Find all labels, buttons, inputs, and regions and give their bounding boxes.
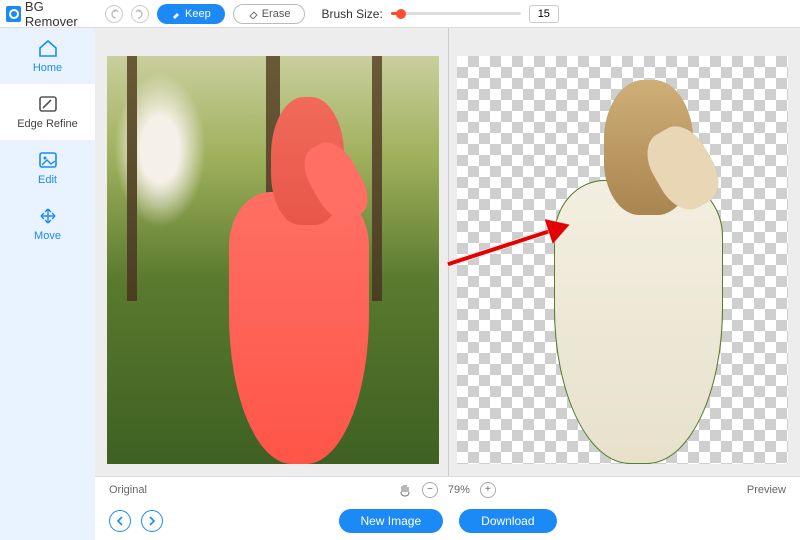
home-icon	[37, 38, 59, 58]
original-label: Original	[109, 484, 147, 496]
brush-icon	[171, 9, 181, 19]
panel-divider	[448, 28, 449, 476]
download-button[interactable]: Download	[459, 509, 556, 533]
main-area: Keep Erase Brush Size: 15	[95, 0, 800, 540]
brush-size-label: Brush Size:	[321, 7, 382, 21]
bottom-bar: New Image Download	[95, 502, 800, 540]
pan-icon[interactable]	[398, 483, 412, 497]
sidebar-item-edit[interactable]: Edit	[0, 140, 95, 196]
zoom-out-button[interactable]: −	[422, 482, 438, 498]
edge-refine-icon	[37, 94, 59, 114]
sidebar-item-label: Edit	[38, 174, 57, 186]
new-image-button[interactable]: New Image	[338, 509, 443, 533]
preview-label: Preview	[747, 484, 786, 496]
original-panel[interactable]	[107, 56, 439, 464]
status-bar: Original − 79% + Preview	[95, 476, 800, 502]
canvas-area	[95, 28, 800, 476]
chevron-left-icon	[116, 516, 124, 526]
app-logo: BG Remover	[0, 0, 95, 28]
chevron-right-icon	[148, 516, 156, 526]
sidebar-item-label: Edge Refine	[17, 118, 78, 130]
sidebar-item-label: Move	[34, 230, 61, 242]
dress-shape	[229, 192, 369, 464]
logo-icon	[6, 6, 21, 22]
undo-button[interactable]	[105, 5, 123, 23]
sidebar-item-home[interactable]: Home	[0, 28, 95, 84]
keep-button[interactable]: Keep	[157, 4, 225, 24]
dress-shape	[554, 180, 723, 464]
zoom-value: 79%	[448, 484, 470, 496]
zoom-controls: − 79% +	[398, 482, 496, 498]
erase-button[interactable]: Erase	[233, 4, 306, 24]
sidebar-item-edge-refine[interactable]: Edge Refine	[0, 84, 95, 140]
sidebar-item-label: Home	[33, 62, 62, 74]
next-button[interactable]	[141, 510, 163, 532]
app-title: BG Remover	[25, 0, 95, 29]
subject-mask	[220, 97, 379, 464]
brush-size-value[interactable]: 15	[529, 5, 559, 23]
toolbar: Keep Erase Brush Size: 15	[95, 0, 800, 28]
zoom-in-button[interactable]: +	[480, 482, 496, 498]
preview-panel[interactable]	[457, 56, 789, 464]
tree-icon	[127, 56, 137, 301]
sidebar: BG Remover Home Edge Refine Edit Move	[0, 0, 95, 540]
eraser-icon	[248, 9, 258, 19]
slider-thumb[interactable]	[396, 9, 406, 19]
cutout-subject	[543, 80, 735, 464]
redo-icon	[135, 9, 145, 19]
undo-icon	[109, 9, 119, 19]
keep-label: Keep	[185, 8, 211, 20]
prev-button[interactable]	[109, 510, 131, 532]
erase-label: Erase	[262, 8, 291, 20]
brush-size-slider[interactable]	[391, 12, 521, 15]
move-icon	[37, 206, 59, 226]
sidebar-item-move[interactable]: Move	[0, 196, 95, 252]
redo-button[interactable]	[131, 5, 149, 23]
edit-icon	[37, 150, 59, 170]
